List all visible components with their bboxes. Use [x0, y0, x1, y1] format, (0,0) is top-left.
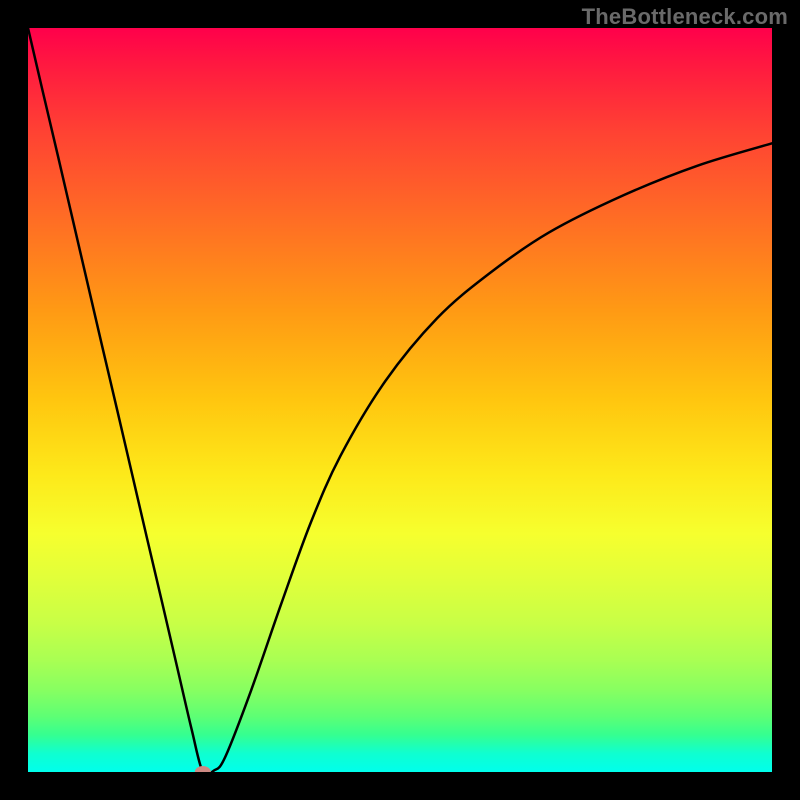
attribution-text: TheBottleneck.com [582, 4, 788, 30]
chart-wrapper: TheBottleneck.com [0, 0, 800, 800]
plot-area [28, 28, 772, 772]
minimum-marker [195, 766, 211, 772]
chart-svg [28, 28, 772, 772]
curve-line [28, 28, 772, 772]
